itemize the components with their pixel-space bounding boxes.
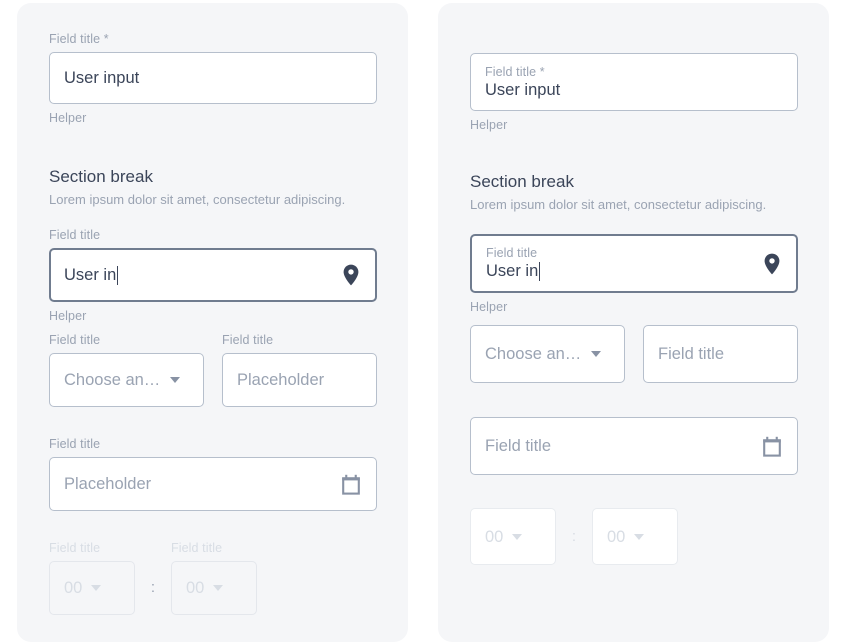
right-text-field-input[interactable]: Field title * User input	[470, 53, 798, 111]
right-text-field-group: Field title * User input Helper	[470, 53, 798, 133]
left-time-minutes-label: Field title	[171, 541, 223, 555]
left-location-field-input[interactable]: User in	[49, 248, 377, 302]
right-time-minutes-control: 00	[592, 508, 678, 565]
chevron-down-icon	[634, 533, 645, 540]
left-location-field-helper: Helper	[49, 309, 87, 323]
left-select-field-group: Field title Choose an…	[49, 332, 204, 407]
right-time-minutes-group: 00	[592, 508, 678, 565]
right-section-break: Section break Lorem ipsum dolor sit amet…	[470, 171, 810, 214]
left-time-hours-value: 00	[64, 579, 83, 597]
right-location-field-label: Field title	[486, 246, 538, 260]
left-section-break: Section break Lorem ipsum dolor sit amet…	[49, 166, 389, 209]
left-time-minutes-value: 00	[186, 579, 205, 597]
right-select-field-control[interactable]: Choose an…	[470, 325, 625, 383]
right-section-title: Section break	[470, 172, 574, 191]
left-select-row: Field title Choose an… Field title Place…	[49, 332, 377, 407]
left-time-row: Field title 00 : Field title 00	[49, 540, 257, 615]
left-select-field-value: Choose an…	[64, 371, 161, 389]
right-location-field-input[interactable]: Field title User in	[470, 234, 798, 293]
right-plain-field-group: Field title	[643, 325, 798, 383]
right-time-hours-control: 00	[470, 508, 556, 565]
right-plain-field-input[interactable]: Field title	[643, 325, 798, 383]
left-panel: Field title * User input Helper Section …	[17, 3, 408, 642]
right-select-field-value: Choose an…	[485, 345, 582, 363]
right-date-field-group: Field title	[470, 417, 798, 475]
chevron-down-icon	[213, 585, 224, 591]
chevron-down-icon[interactable]	[170, 377, 181, 383]
right-location-field-helper: Helper	[470, 300, 508, 314]
right-location-field-value: User in	[486, 262, 539, 280]
right-time-separator: :	[571, 527, 577, 545]
left-time-minutes-group: Field title 00	[171, 540, 257, 615]
left-time-separator: :	[150, 579, 156, 596]
left-time-minutes-control: 00	[171, 561, 257, 615]
right-time-hours-value: 00	[485, 527, 504, 546]
left-time-hours-control: 00	[49, 561, 135, 615]
left-text-field-group: Field title * User input Helper	[49, 31, 377, 126]
left-location-field-label: Field title	[49, 228, 101, 242]
left-time-hours-group: Field title 00	[49, 540, 135, 615]
right-section-description: Lorem ipsum dolor sit amet, consectetur …	[470, 197, 767, 212]
left-location-field-value: User in	[64, 266, 117, 284]
right-plain-field-placeholder: Field title	[658, 345, 725, 363]
left-text-field-input[interactable]: User input	[49, 52, 377, 104]
right-text-field-value: User input	[485, 80, 561, 99]
right-panel: Field title * User input Helper Section …	[438, 3, 829, 642]
left-plain-field-input[interactable]: Placeholder	[222, 353, 377, 407]
left-location-field-group: Field title User in Helper	[49, 227, 377, 324]
left-date-field-label: Field title	[49, 437, 101, 451]
left-section-title: Section break	[49, 167, 153, 186]
right-select-row: Choose an… Field title	[470, 325, 798, 383]
left-select-field-control[interactable]: Choose an…	[49, 353, 204, 407]
chevron-down-icon	[512, 533, 523, 540]
right-location-field-group: Field title User in Helper	[470, 234, 798, 315]
location-pin-icon[interactable]	[763, 253, 781, 275]
left-text-field-helper: Helper	[49, 111, 87, 125]
right-time-minutes-value: 00	[607, 527, 626, 546]
right-time-hours-group: 00	[470, 508, 556, 565]
chevron-down-icon[interactable]	[591, 351, 602, 357]
right-text-field-helper: Helper	[470, 118, 508, 132]
text-cursor	[539, 261, 541, 281]
left-date-field-placeholder: Placeholder	[64, 475, 152, 493]
calendar-icon[interactable]	[762, 436, 797, 457]
location-pin-icon[interactable]	[342, 264, 375, 286]
left-time-hours-label: Field title	[49, 541, 101, 555]
left-plain-field-placeholder: Placeholder	[237, 371, 325, 389]
left-select-field-label: Field title	[49, 333, 101, 347]
left-plain-field-label: Field title	[222, 333, 274, 347]
calendar-icon[interactable]	[341, 474, 376, 495]
left-section-description: Lorem ipsum dolor sit amet, consectetur …	[49, 192, 346, 207]
right-date-field-placeholder: Field title	[485, 437, 552, 455]
left-text-field-value: User input	[64, 69, 140, 87]
text-cursor	[117, 265, 119, 285]
chevron-down-icon	[91, 585, 102, 591]
left-date-field-group: Field title Placeholder	[49, 436, 377, 511]
right-select-field-group: Choose an…	[470, 325, 625, 383]
screen-root: Field title * User input Helper Section …	[0, 0, 846, 642]
left-text-field-label: Field title *	[49, 32, 109, 46]
right-date-field-input[interactable]: Field title	[470, 417, 798, 475]
right-time-row: 00 : 00	[470, 508, 678, 565]
left-date-field-input[interactable]: Placeholder	[49, 457, 377, 511]
left-plain-field-group: Field title Placeholder	[222, 332, 377, 407]
right-text-field-label: Field title *	[485, 64, 545, 79]
